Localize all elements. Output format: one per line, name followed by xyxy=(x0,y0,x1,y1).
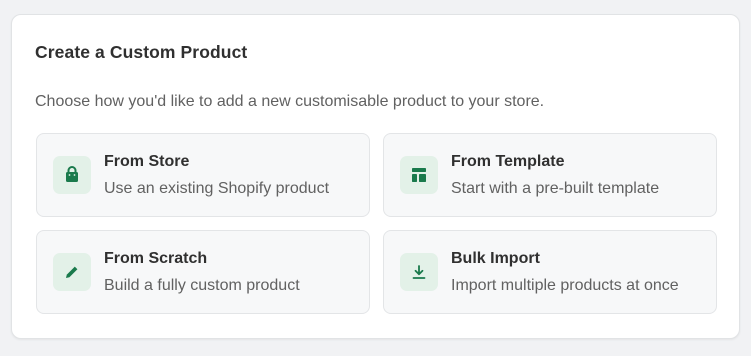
option-title: From Store xyxy=(104,153,190,170)
card-title: Create a Custom Product xyxy=(35,42,248,62)
layout-template-icon xyxy=(400,156,438,194)
option-bulk-import[interactable]: Bulk Import Import multiple products at … xyxy=(383,230,717,314)
create-product-card: Create a Custom Product Choose how you'd… xyxy=(11,14,740,339)
option-title: Bulk Import xyxy=(451,250,540,267)
shopping-bag-icon xyxy=(53,156,91,194)
option-title: From Scratch xyxy=(104,250,208,267)
option-from-store[interactable]: From Store Use an existing Shopify produ… xyxy=(36,133,370,217)
option-from-template[interactable]: From Template Start with a pre-built tem… xyxy=(383,133,717,217)
option-description: Start with a pre-built template xyxy=(451,180,660,197)
option-from-scratch[interactable]: From Scratch Build a fully custom produc… xyxy=(36,230,370,314)
option-description: Import multiple products at once xyxy=(451,277,679,294)
option-description: Use an existing Shopify product xyxy=(104,180,330,197)
card-subtitle: Choose how you'd like to add a new custo… xyxy=(35,93,545,110)
option-description: Build a fully custom product xyxy=(104,277,300,294)
pencil-icon xyxy=(53,253,91,291)
option-title: From Template xyxy=(451,153,565,170)
download-icon xyxy=(400,253,438,291)
